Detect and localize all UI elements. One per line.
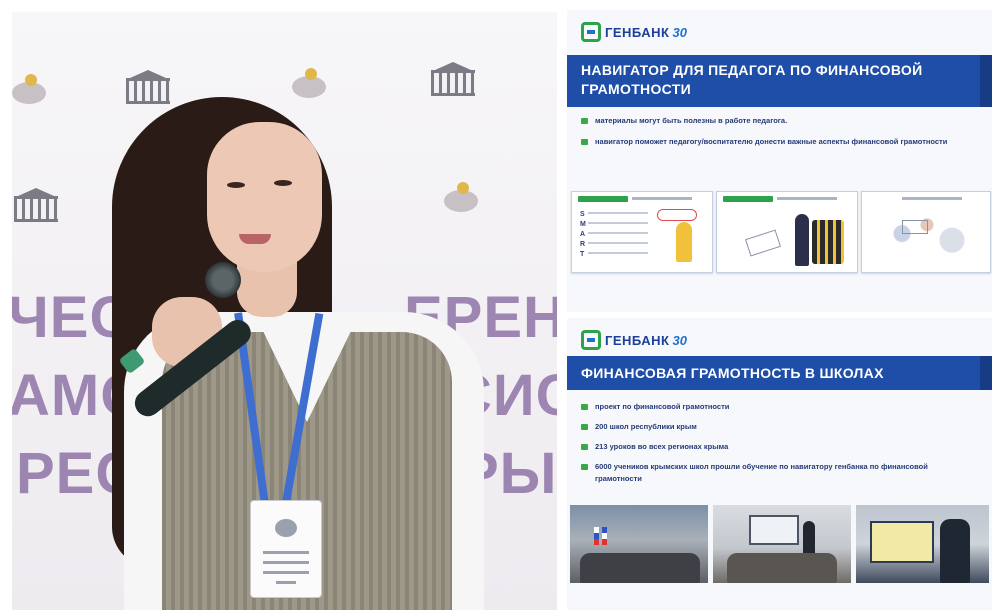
calculator-icon (812, 220, 844, 264)
mouth (239, 234, 271, 244)
card-icon (745, 229, 781, 257)
slide-navigator: ГЕНБАНК 30 НАВИГАТОР ДЛЯ ПЕДАГОГА ПО ФИН… (567, 10, 992, 312)
piggy-bank-logo-icon (12, 74, 48, 104)
face (207, 122, 322, 272)
bullet-item: навигатор поможет педагогу/воспитателю д… (581, 136, 974, 148)
slide-thumbnail-calculator (716, 191, 858, 273)
right-eye (274, 180, 292, 186)
classroom-photo-1 (570, 505, 708, 583)
slide-title: ФИНАНСОВАЯ ГРАМОТНОСТЬ В ШКОЛАХ (567, 356, 992, 390)
slide-thumbnail-diagram (861, 191, 991, 273)
building-logo-icon (12, 188, 60, 226)
genbank-mark-icon (581, 22, 601, 42)
piggy-bank-logo-icon (444, 182, 480, 212)
bank-anniversary: 30 (672, 332, 687, 348)
building-logo-icon (429, 62, 477, 100)
building-logo-icon (124, 70, 172, 108)
bullet-item: 6000 учеников крымских школ прошли обуче… (581, 461, 974, 485)
left-eye (227, 182, 245, 188)
genbank-mark-icon (581, 330, 601, 350)
sketch-illustration (882, 216, 982, 260)
bullet-item: проект по финансовой грамотности (581, 401, 974, 413)
bullet-item: материалы могут быть полезны в работе пе… (581, 115, 974, 127)
smart-letters: S M A R T (580, 211, 586, 258)
piggy-bank-logo-icon (292, 68, 328, 98)
classroom-photo-2 (713, 505, 851, 583)
bank-name: ГЕНБАНК (605, 24, 670, 40)
slide-schools: ГЕНБАНК 30 ФИНАНСОВАЯ ГРАМОТНОСТЬ В ШКОЛ… (567, 318, 992, 610)
bullet-list: проект по финансовой грамотности 200 шко… (581, 401, 974, 493)
name-badge (250, 500, 322, 598)
speaker-photo: ЧЕСК ЕРЕН АМО СИСТ РЕС РЫМ (12, 12, 557, 610)
person-illustration (795, 214, 809, 266)
bullet-item: 213 уроков во всех регионах крыма (581, 441, 974, 453)
genbank-logo: ГЕНБАНК 30 (581, 328, 687, 352)
person-illustration (676, 222, 692, 262)
genbank-logo: ГЕНБАНК 30 (581, 20, 687, 44)
bank-name: ГЕНБАНК (605, 332, 670, 348)
bullet-item: 200 школ республики крым (581, 421, 974, 433)
slide-title: НАВИГАТОР ДЛЯ ПЕДАГОГА ПО ФИНАНСОВОЙ ГРА… (567, 55, 992, 107)
bullet-list: материалы могут быть полезны в работе пе… (581, 115, 974, 157)
classroom-photo-3 (856, 505, 989, 583)
speech-bubble-icon (657, 209, 697, 221)
box-icon (902, 220, 928, 234)
microphone-head (205, 262, 241, 298)
slide-thumbnail-smart: S M A R T (571, 191, 713, 273)
bank-anniversary: 30 (672, 24, 687, 40)
